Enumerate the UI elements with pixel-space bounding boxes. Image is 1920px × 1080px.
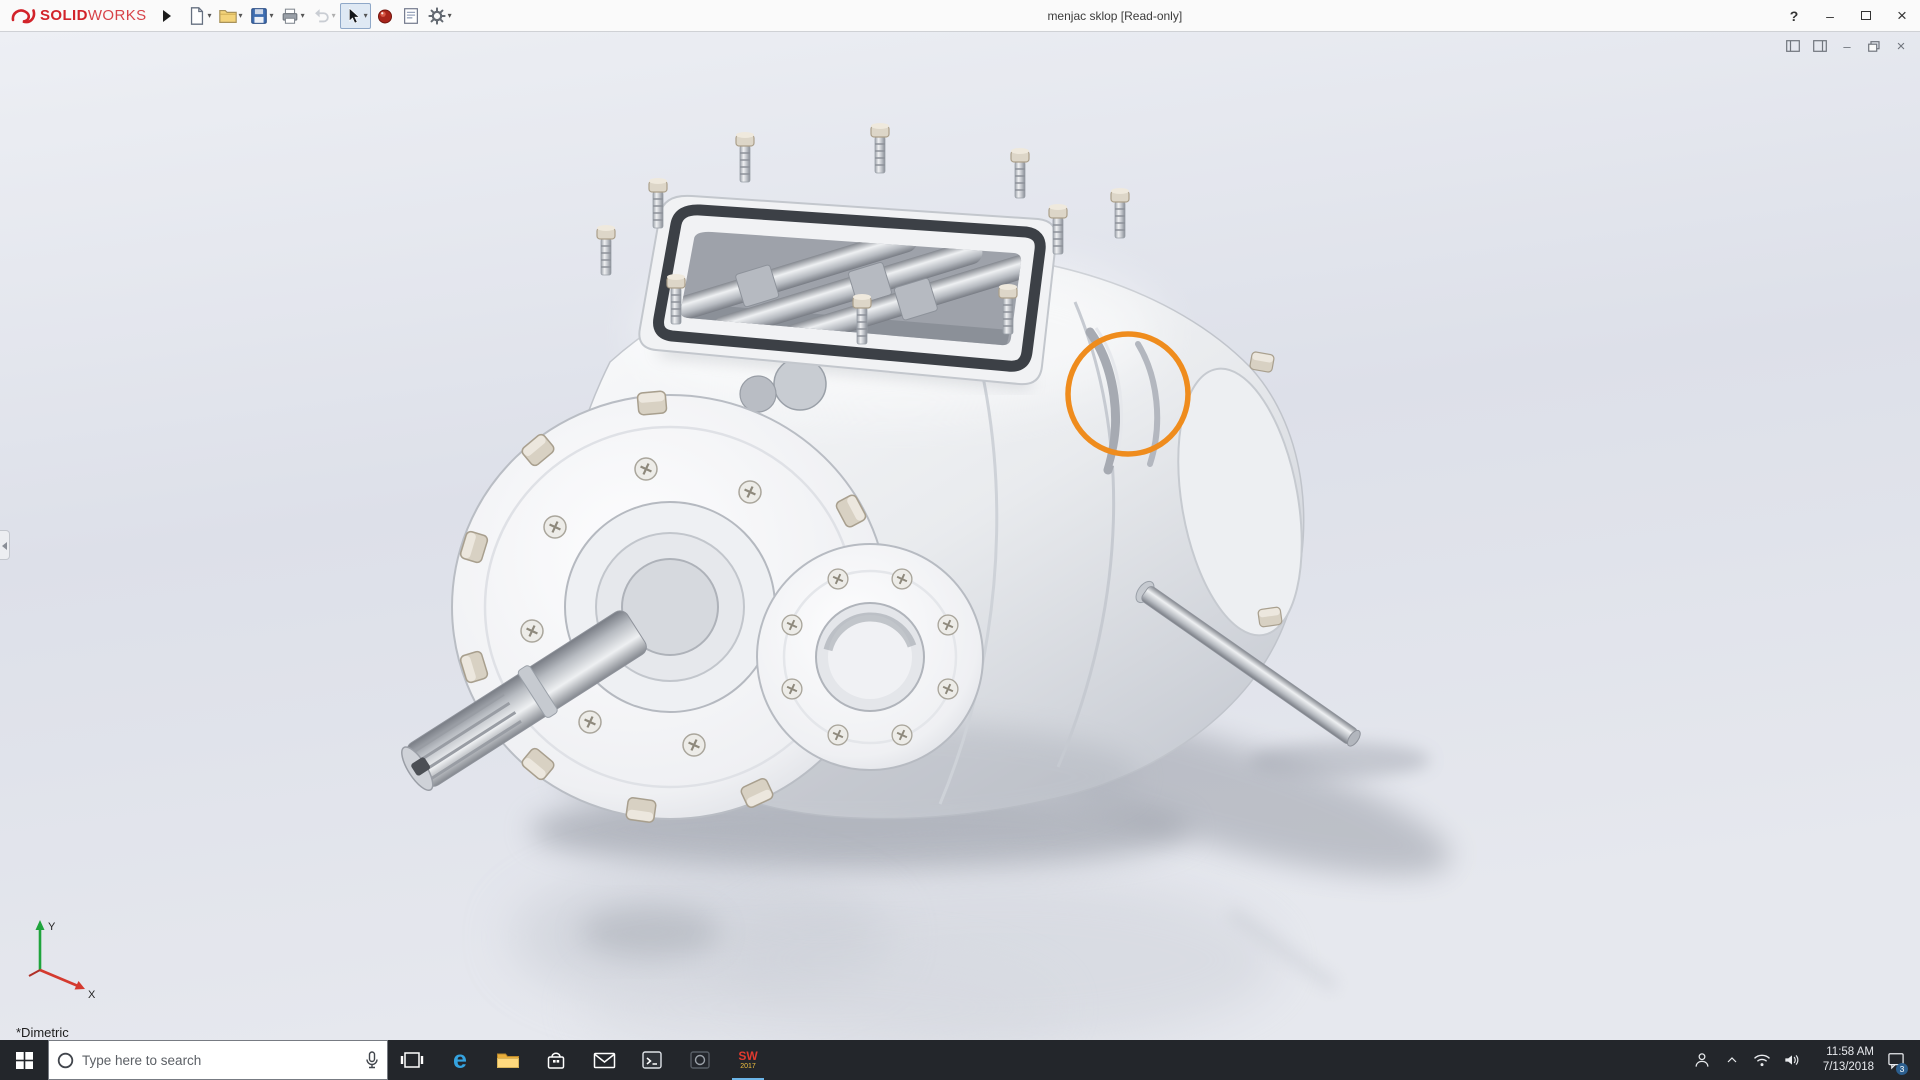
notification-badge: 3 <box>1896 1063 1908 1075</box>
graphics-viewport[interactable]: – × Y X *Dimetric <box>0 32 1920 1040</box>
orientation-triad: Y X <box>28 920 96 1000</box>
y-axis-arrow <box>35 920 45 930</box>
console-app-button[interactable] <box>628 1040 676 1080</box>
cortana-ring-icon <box>57 1052 74 1068</box>
chevron-up-icon <box>1727 1057 1737 1063</box>
doc-restore-button[interactable] <box>1865 38 1883 54</box>
titlebar: SOLIDWORKS ▾ ▾ ▾ ▾ ▾ ▾ ▾ menjac sklop [R… <box>0 0 1920 32</box>
new-document-button[interactable]: ▾ <box>185 3 214 29</box>
sheet-format-button[interactable] <box>399 3 423 29</box>
console-window-icon <box>642 1051 662 1069</box>
clock-date: 7/13/2018 <box>1822 1061 1874 1073</box>
document-window-controls: – × <box>1784 38 1910 55</box>
clock-time: 11:58 AM <box>1826 1046 1874 1059</box>
tray-overflow-button[interactable] <box>1718 1040 1746 1080</box>
float-pane-icon[interactable] <box>1811 38 1829 54</box>
undo-icon <box>314 8 329 22</box>
people-button[interactable] <box>1688 1040 1716 1080</box>
close-button[interactable]: × <box>1884 0 1920 31</box>
start-button[interactable] <box>0 1040 48 1080</box>
solidworks-logo: SOLIDWORKS <box>10 6 147 26</box>
new-document-icon <box>190 6 203 25</box>
toolbar: ▾ ▾ ▾ ▾ ▾ ▾ ▾ <box>185 2 454 29</box>
edge-button[interactable]: e <box>436 1040 484 1080</box>
file-explorer-icon <box>497 1053 519 1068</box>
view-orientation-label: *Dimetric <box>16 1025 69 1040</box>
brand-solid: SOLID <box>40 7 88 24</box>
media-app-button[interactable] <box>676 1040 724 1080</box>
y-axis-label: Y <box>48 921 56 933</box>
x-axis-label: X <box>88 989 96 1000</box>
save-floppy-icon <box>250 7 267 24</box>
task-view-icon <box>400 1052 424 1068</box>
people-icon <box>1695 1053 1709 1067</box>
media-app-icon <box>690 1051 710 1069</box>
bearing-flange[interactable] <box>756 543 984 771</box>
document-title: menjac sklop [Read-only] <box>1047 8 1183 23</box>
solidworks-icon: SW 2017 <box>738 1049 758 1070</box>
task-view-button[interactable] <box>388 1040 436 1080</box>
toolbar-flyout-arrow[interactable] <box>162 9 171 22</box>
ds-logo-icon <box>11 8 36 23</box>
save-button[interactable]: ▾ <box>247 3 276 29</box>
network-button[interactable] <box>1748 1040 1776 1080</box>
gear-icon <box>427 6 446 25</box>
taskbar-search[interactable] <box>48 1040 388 1080</box>
edge-icon: e <box>453 1045 467 1074</box>
open-button[interactable]: ▾ <box>216 3 245 29</box>
microphone-icon[interactable] <box>365 1051 379 1069</box>
open-folder-icon <box>218 9 237 23</box>
collapsed-pane-tab[interactable] <box>0 530 10 560</box>
expand-pane-icon[interactable] <box>1784 38 1802 54</box>
wifi-icon <box>1754 1054 1770 1067</box>
undo-button[interactable]: ▾ <box>309 3 338 29</box>
speaker-icon <box>1785 1055 1799 1065</box>
doc-close-button[interactable]: × <box>1892 38 1910 55</box>
help-button[interactable]: ? <box>1776 0 1812 31</box>
mail-envelope-icon <box>593 1052 615 1068</box>
appearance-bead-icon <box>377 8 392 23</box>
select-cursor-icon <box>348 7 360 24</box>
appearances-button[interactable] <box>373 3 397 29</box>
volume-button[interactable] <box>1778 1040 1806 1080</box>
system-tray: 11:58 AM 7/13/2018 3 <box>1688 1040 1920 1080</box>
maximize-button[interactable] <box>1848 0 1884 31</box>
select-tool-button[interactable]: ▾ <box>339 2 371 29</box>
window-controls: ? – × <box>1776 0 1920 31</box>
3d-scene[interactable] <box>0 32 1920 1040</box>
store-bag-icon <box>547 1052 565 1069</box>
sheet-format-icon <box>403 7 418 24</box>
clock[interactable]: 11:58 AM 7/13/2018 <box>1808 1045 1880 1075</box>
taskbar-spacer <box>772 1040 1688 1080</box>
file-explorer-button[interactable] <box>484 1040 532 1080</box>
solidworks-window: SOLIDWORKS ▾ ▾ ▾ ▾ ▾ ▾ ▾ menjac sklop [R… <box>0 0 1920 1080</box>
maximize-icon <box>1861 11 1871 20</box>
solidworks-taskbar-button[interactable]: SW 2017 <box>724 1040 772 1080</box>
taskbar: e <box>0 1040 1920 1080</box>
options-button[interactable]: ▾ <box>425 3 454 29</box>
search-input[interactable] <box>82 1052 357 1068</box>
action-center-button[interactable]: 3 <box>1882 1040 1910 1080</box>
brand-text: SOLIDWORKS <box>40 7 147 24</box>
mail-button[interactable] <box>580 1040 628 1080</box>
brand-works: WORKS <box>87 7 147 24</box>
store-button[interactable] <box>532 1040 580 1080</box>
doc-minimize-button[interactable]: – <box>1838 38 1856 54</box>
windows-logo-icon <box>15 1051 33 1069</box>
print-button[interactable]: ▾ <box>278 3 307 29</box>
minimize-button[interactable]: – <box>1812 0 1848 31</box>
print-icon <box>282 8 297 24</box>
